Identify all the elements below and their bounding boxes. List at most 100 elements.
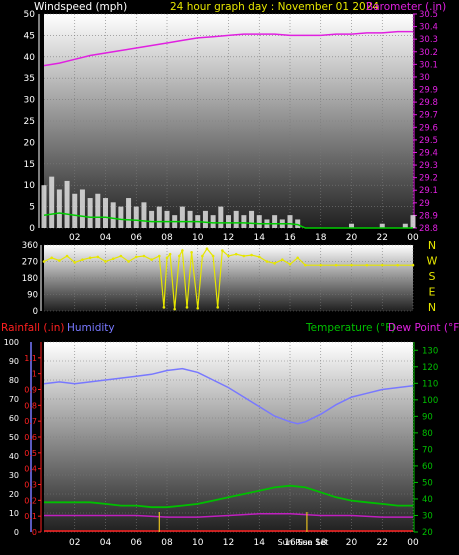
wind-gust-bar bbox=[149, 210, 155, 228]
windspeed-tick-label: 10 bbox=[24, 181, 36, 191]
wind-direction-point bbox=[58, 259, 61, 262]
humidity-axis-title: Humidity bbox=[67, 322, 115, 334]
humidity-tick-label: 80 bbox=[9, 376, 19, 385]
time-tick-label: 20 bbox=[346, 538, 358, 548]
graph-title: 24 hour graph day : November 01 2024 bbox=[170, 1, 379, 13]
time-tick-label: 22 bbox=[377, 538, 388, 548]
barometer-tick-label: 29 bbox=[419, 199, 430, 209]
compass-letter: N bbox=[428, 301, 436, 314]
wind-gust-bar bbox=[249, 210, 255, 228]
rainfall-tick-label: 0.1 bbox=[24, 512, 37, 521]
rainfall-tick-label: 0.7 bbox=[24, 417, 37, 426]
wind-direction-point bbox=[96, 255, 100, 259]
wind-direction-point bbox=[134, 255, 138, 259]
wind-direction-point bbox=[250, 253, 253, 257]
wind-gust-bar bbox=[72, 193, 78, 228]
temperature-tick-label: 110 bbox=[422, 379, 438, 389]
wind-direction-point bbox=[162, 306, 166, 309]
time-tick-label: 00 bbox=[407, 233, 419, 243]
compass-letter: S bbox=[429, 270, 436, 283]
temperature-tick-label: 120 bbox=[422, 363, 438, 373]
time-tick-label: 14 bbox=[254, 233, 266, 243]
windspeed-axis: 0 5 10 15 20 25 30 35 40 45 50 bbox=[24, 10, 40, 234]
wind-direction-point bbox=[142, 254, 146, 258]
wind-direction-point bbox=[265, 260, 269, 263]
barometer-tick-label: 28.8 bbox=[419, 224, 438, 234]
time-tick-label: 08 bbox=[161, 538, 173, 548]
wind-direction-point bbox=[173, 307, 176, 311]
time-tick-label: 02 bbox=[69, 233, 80, 243]
temperature-tick-label: 20 bbox=[422, 528, 433, 538]
temperature-tick-label: 30 bbox=[422, 511, 433, 521]
wind-direction-point bbox=[178, 254, 181, 258]
humidity-tick-label: 60 bbox=[9, 414, 19, 423]
wind-direction-point bbox=[288, 262, 292, 266]
wind-direction-point bbox=[296, 256, 299, 260]
temperature-tick-label: 60 bbox=[422, 462, 433, 472]
barometer-tick-label: 29.4 bbox=[419, 148, 438, 158]
windspeed-tick-label: 20 bbox=[24, 138, 36, 148]
temperature-tick-label: 90 bbox=[422, 412, 433, 422]
rainfall-tick-label: 0.9 bbox=[24, 386, 37, 395]
windspeed-tick-label: 50 bbox=[24, 10, 36, 20]
wind-direction-point bbox=[165, 256, 169, 260]
humidity-tick-label: 10 bbox=[9, 509, 19, 518]
time-tick-label: 10 bbox=[192, 233, 204, 243]
temperature-tick-label: 130 bbox=[422, 346, 438, 356]
wind-direction-point bbox=[88, 256, 92, 260]
humidity-tick-label: 50 bbox=[9, 433, 19, 442]
rainfall-tick-label: 0.8 bbox=[24, 401, 37, 410]
rainfall-tick-label: 1 bbox=[32, 370, 37, 379]
humidity-tick-label: 90 bbox=[9, 357, 19, 366]
wind-gust-bar bbox=[133, 206, 139, 228]
wind-gust-bar bbox=[287, 215, 293, 228]
wind-gust-bar bbox=[187, 210, 193, 228]
wind-direction-point bbox=[411, 263, 415, 267]
wind-direction-point bbox=[42, 260, 46, 263]
windspeed-tick-label: 30 bbox=[24, 96, 36, 106]
humidity-tick-label: 30 bbox=[9, 471, 19, 480]
temperature-tick-label: 40 bbox=[422, 495, 433, 505]
windspeed-tick-label: 15 bbox=[24, 160, 35, 170]
wind-direction-point bbox=[111, 257, 115, 261]
wind-direction-point bbox=[196, 306, 200, 310]
wind-gust-bar bbox=[110, 202, 116, 228]
wind-gust-bar bbox=[103, 198, 108, 228]
rainfall-tick-label: 0 bbox=[32, 528, 37, 537]
wind-direction-point bbox=[50, 256, 53, 260]
wind-gust-bar bbox=[156, 206, 162, 228]
rain-humidity-temperature-panel: 010203040506070809010000.10.20.30.40.50.… bbox=[4, 338, 439, 548]
wind-direction-point bbox=[158, 254, 161, 258]
wind-gust-bar bbox=[56, 189, 62, 228]
barometer-tick-label: 30.5 bbox=[419, 10, 438, 20]
wind-direction-point bbox=[257, 255, 261, 259]
time-tick-label: 16 bbox=[284, 233, 296, 243]
rainfall-tick-label: 0.3 bbox=[24, 481, 37, 490]
rainfall-tick-label: 1.1 bbox=[24, 354, 37, 363]
barometer-axis: 28.8 28.9 29 29.1 29.2 29.3 29.4 29.5 29.6 29.7 29… bbox=[413, 10, 438, 234]
bottom-time-axis: 02 04 06 08 10 12 14 16 18 20 22 00Sun RiseSun Set bbox=[69, 538, 419, 548]
wind-barometer-panel: 05101520253035404550 28.828.92929.129.22… bbox=[24, 10, 438, 243]
barometer-tick-label: 29.8 bbox=[419, 98, 438, 108]
wind-direction-point bbox=[304, 263, 307, 267]
wind-direction-point bbox=[150, 258, 153, 261]
direction-tick-label: 360 bbox=[22, 241, 38, 251]
wind-gust-bar bbox=[210, 215, 216, 228]
wind-gust-bar bbox=[126, 198, 132, 228]
sunset-label: Sun Set bbox=[297, 538, 328, 547]
barometer-tick-label: 30 bbox=[419, 73, 430, 83]
rainfall-tick-label: 0.4 bbox=[24, 465, 37, 474]
wind-gust-bar bbox=[410, 215, 416, 228]
windspeed-tick-label: 0 bbox=[29, 224, 35, 234]
barometer-tick-label: 30.4 bbox=[419, 23, 438, 33]
wind-gust-bar bbox=[218, 206, 224, 228]
barometer-tick-label: 29.3 bbox=[419, 161, 438, 171]
humidity-tick-label: 40 bbox=[9, 452, 19, 461]
time-tick-label: 08 bbox=[161, 233, 173, 243]
wind-direction-point bbox=[81, 258, 84, 261]
wind-direction-point bbox=[211, 254, 215, 258]
wind-direction-point bbox=[104, 260, 107, 263]
wind-gust-bar bbox=[241, 215, 247, 228]
wind-gust-bar bbox=[202, 210, 208, 228]
windspeed-tick-label: 5 bbox=[29, 203, 35, 213]
